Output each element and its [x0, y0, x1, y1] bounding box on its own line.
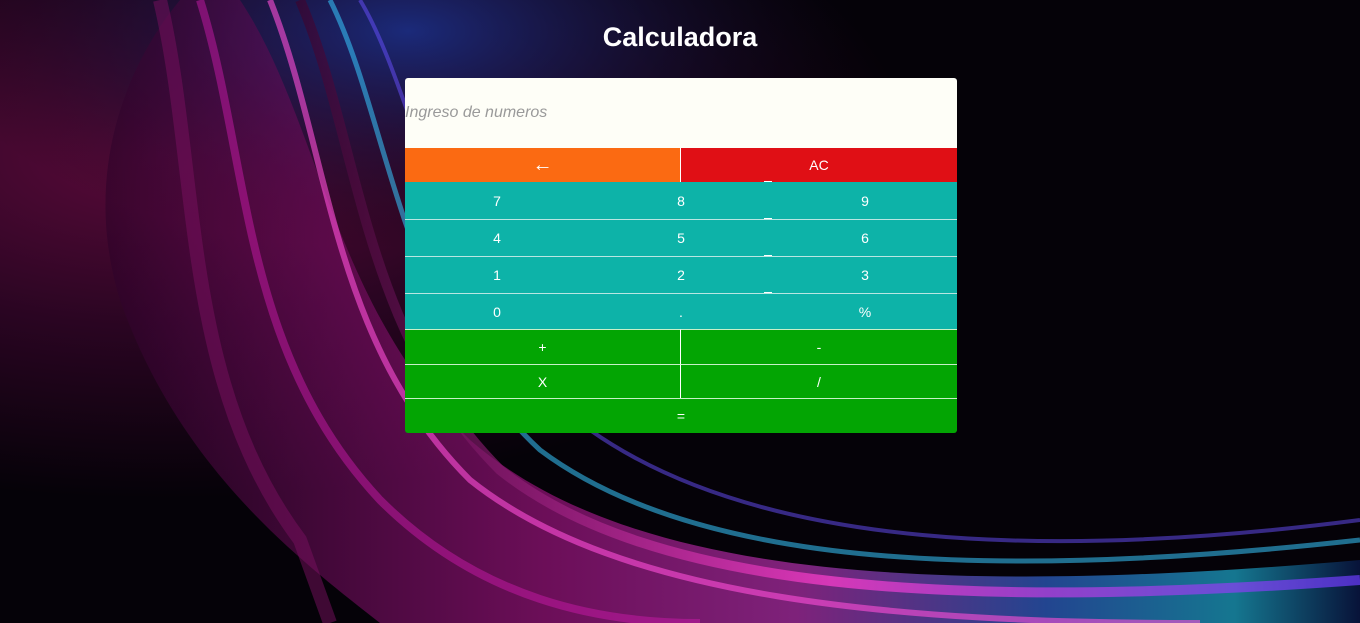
key-divide[interactable]: / [681, 364, 957, 398]
key-equals[interactable]: = [405, 398, 957, 433]
grid-tick [764, 218, 772, 219]
key-2[interactable]: 2 [589, 256, 773, 293]
key-plus[interactable]: + [405, 329, 681, 364]
key-percent[interactable]: % [773, 293, 957, 330]
key-9[interactable]: 9 [773, 182, 957, 219]
key-multiply[interactable]: X [405, 364, 681, 398]
number-input[interactable] [405, 78, 957, 148]
calculator: ← AC 7 8 9 4 5 6 1 2 3 0 . % + - X / = [405, 78, 957, 433]
key-8[interactable]: 8 [589, 182, 773, 219]
key-minus[interactable]: - [681, 329, 957, 364]
key-0[interactable]: 0 [405, 293, 589, 330]
key-7[interactable]: 7 [405, 182, 589, 219]
grid-tick [764, 255, 772, 256]
grid-tick [764, 292, 772, 293]
backspace-button[interactable]: ← [405, 148, 681, 182]
key-1[interactable]: 1 [405, 256, 589, 293]
key-4[interactable]: 4 [405, 219, 589, 256]
key-5[interactable]: 5 [589, 219, 773, 256]
key-6[interactable]: 6 [773, 219, 957, 256]
page-title: Calculadora [602, 22, 758, 52]
left-arrow-icon: ← [532, 153, 553, 176]
grid-tick [764, 181, 772, 182]
display-container [405, 78, 957, 148]
key-decimal[interactable]: . [589, 293, 773, 330]
clear-all-button[interactable]: AC [681, 148, 957, 182]
key-3[interactable]: 3 [773, 256, 957, 293]
